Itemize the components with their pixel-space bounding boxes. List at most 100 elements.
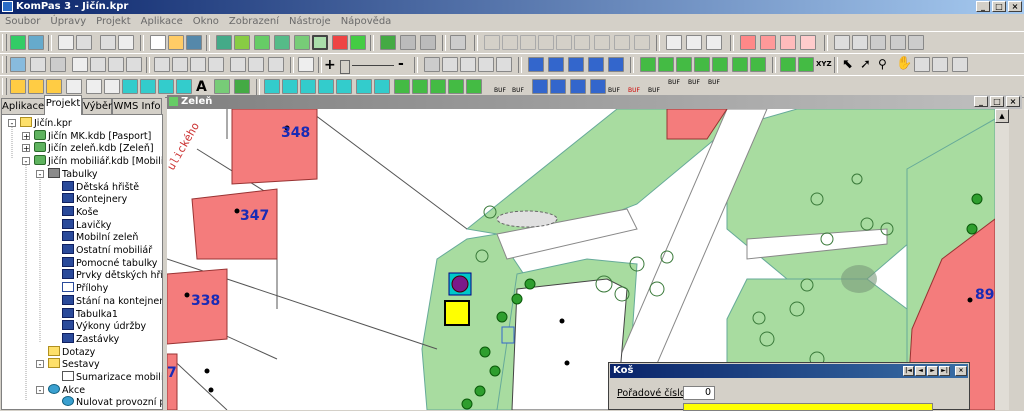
project-tree[interactable]: - Jičín.kpr + Jičín MK.kdb [Pasport] + Jičín … xyxy=(1,114,163,410)
buffer-union-button[interactable]: BUF xyxy=(668,79,680,86)
measure-icon[interactable] xyxy=(478,57,494,72)
split-icon[interactable] xyxy=(154,57,170,72)
sort-icon[interactable] xyxy=(634,35,650,50)
point-icon[interactable] xyxy=(10,79,26,94)
zoom-out-window-icon[interactable] xyxy=(550,79,566,94)
cut-icon[interactable] xyxy=(100,35,116,50)
topology-add-icon[interactable] xyxy=(694,57,710,72)
find-icon[interactable] xyxy=(614,35,630,50)
nav-next-icon[interactable] xyxy=(520,35,536,50)
cascade-icon[interactable] xyxy=(608,57,624,72)
zoom-selection-icon[interactable] xyxy=(590,79,606,94)
topology-remove-icon[interactable] xyxy=(712,57,728,72)
open-folder-icon[interactable] xyxy=(168,35,184,50)
close-button[interactable]: × xyxy=(1008,1,1022,12)
wms-icon[interactable] xyxy=(952,57,968,72)
stack-icon[interactable] xyxy=(30,57,46,72)
tree-node[interactable]: Tabulka1 xyxy=(62,307,118,321)
chart-export-icon[interactable] xyxy=(800,35,816,50)
record-next-button[interactable]: ► xyxy=(927,366,938,376)
paste-icon[interactable] xyxy=(76,35,92,50)
funnel-icon[interactable] xyxy=(890,35,906,50)
edit-tool-icon[interactable] xyxy=(400,35,416,50)
zoom-in-window-icon[interactable] xyxy=(532,79,548,94)
funnel-clear-icon[interactable] xyxy=(908,35,924,50)
pattern-icon[interactable] xyxy=(424,57,440,72)
polyline-icon[interactable] xyxy=(66,79,82,94)
collapse-icon[interactable]: - xyxy=(36,169,44,178)
buffer-intersect-button[interactable]: BUF xyxy=(688,79,700,86)
menu-projekt[interactable]: Projekt xyxy=(91,14,136,30)
map-minimize-button[interactable]: _ xyxy=(974,96,988,107)
expand-icon[interactable]: + xyxy=(22,144,30,153)
graph-icon[interactable] xyxy=(760,35,776,50)
expand-icon[interactable]: + xyxy=(22,131,30,140)
tree-node[interactable]: Dotazy xyxy=(48,345,95,359)
tab-projekt[interactable]: Projekt xyxy=(44,95,82,115)
ellipse-icon[interactable] xyxy=(176,79,192,94)
tile-icon[interactable] xyxy=(588,57,604,72)
map-maximize-button[interactable]: □ xyxy=(990,96,1004,107)
raster-icon[interactable] xyxy=(214,79,230,94)
arc-icon[interactable] xyxy=(104,79,120,94)
menu-zobrazeni[interactable]: Zobrazení xyxy=(224,14,284,30)
tab-vyber[interactable]: Výběr xyxy=(82,98,112,114)
split-line-icon[interactable] xyxy=(356,79,372,94)
zoom-layer-icon[interactable] xyxy=(570,79,586,94)
kos-dialog-close-button[interactable]: × xyxy=(955,366,967,376)
grid-window-icon[interactable] xyxy=(528,57,544,72)
brush-icon[interactable] xyxy=(268,57,284,72)
vertex-move-icon[interactable] xyxy=(318,79,334,94)
add-selection-icon[interactable] xyxy=(350,35,366,50)
tree-node[interactable]: Pomocné tabulky xyxy=(62,256,157,270)
join-line-icon[interactable] xyxy=(374,79,390,94)
tree-node[interactable]: Sumarizace mobiliáře xyxy=(62,371,162,384)
menu-okno[interactable]: Okno xyxy=(188,14,224,30)
menu-soubor[interactable]: Soubor xyxy=(0,14,45,30)
topology-edit-icon[interactable] xyxy=(676,57,692,72)
print-preview-icon[interactable] xyxy=(666,35,682,50)
record-first-button[interactable]: |◄ xyxy=(903,366,914,376)
tree-node[interactable]: - Tabulky xyxy=(36,167,98,181)
tree-node[interactable]: Stání na kontejnery xyxy=(62,294,162,308)
zoom-icon[interactable]: ⚲ xyxy=(878,57,887,71)
save-icon[interactable] xyxy=(186,35,202,50)
menu-upravy[interactable]: Úpravy xyxy=(45,14,91,30)
topology-snap-icon[interactable] xyxy=(732,57,748,72)
polygon-point-icon[interactable] xyxy=(28,79,44,94)
tree-node[interactable]: Nulovat provozní pro xyxy=(62,396,162,409)
new-doc-icon[interactable] xyxy=(150,35,166,50)
tree-node[interactable]: Dětská hřiště xyxy=(62,180,139,194)
tab-wms-info[interactable]: WMS Info xyxy=(112,98,162,114)
form-icon[interactable] xyxy=(686,35,702,50)
shape-icon[interactable] xyxy=(158,79,174,94)
hatch-dropdown-icon[interactable] xyxy=(460,57,476,72)
maximize-button[interactable]: □ xyxy=(992,1,1006,12)
record-last-button[interactable]: ►| xyxy=(939,366,950,376)
copy-icon[interactable] xyxy=(58,35,74,50)
buffer-point-button[interactable]: BUF xyxy=(494,87,506,94)
topology-icon[interactable] xyxy=(640,57,656,72)
remove-selection-icon[interactable] xyxy=(332,35,348,50)
curve-icon[interactable] xyxy=(86,79,102,94)
line-width-slider-track[interactable] xyxy=(352,65,394,66)
tree-node[interactable]: Výkony údržby xyxy=(62,320,146,333)
line-width-slider-handle[interactable] xyxy=(340,60,350,74)
buffer-line-button[interactable]: BUF xyxy=(512,87,524,94)
chart-settings-icon[interactable] xyxy=(780,35,796,50)
line-width-minus-button[interactable]: - xyxy=(398,56,404,72)
menu-aplikace[interactable]: Aplikace xyxy=(136,14,188,30)
tree-node[interactable]: Lavičky xyxy=(62,218,111,232)
diamond-fill-icon[interactable] xyxy=(234,79,250,94)
tree-node[interactable]: Přílohy xyxy=(62,282,108,295)
collapse-icon[interactable]: - xyxy=(36,360,44,369)
text-tool-icon[interactable]: A xyxy=(196,79,207,95)
vertex-icon[interactable] xyxy=(264,79,280,94)
split-horizontal-icon[interactable] xyxy=(548,57,564,72)
open-project-icon[interactable] xyxy=(10,35,26,50)
paint-icon[interactable] xyxy=(248,57,264,72)
globe-icon[interactable] xyxy=(450,35,466,50)
report-icon[interactable] xyxy=(706,35,722,50)
select-rect-icon[interactable] xyxy=(312,35,328,50)
move-icon[interactable] xyxy=(208,57,224,72)
